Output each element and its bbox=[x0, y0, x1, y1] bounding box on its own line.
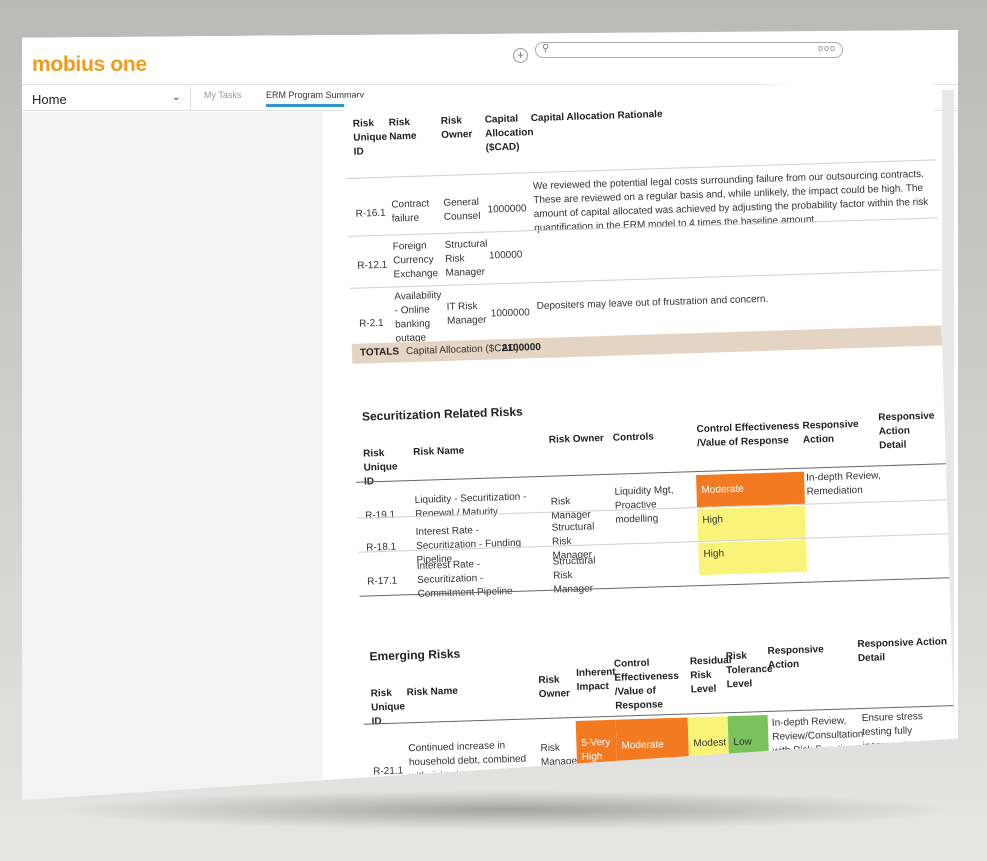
divider bbox=[365, 769, 956, 789]
em-row-1-action: In-depth Review, Review/Consultation wit… bbox=[771, 715, 864, 757]
totals-label: TOTALS bbox=[359, 346, 400, 359]
em-row-1-effectiveness: Moderate bbox=[615, 717, 690, 776]
col-risk-name: Risk Name bbox=[388, 116, 417, 143]
col-capital: Capital Allocation ($CAD) bbox=[484, 113, 534, 154]
em-row-1-owner: Risk Manager bbox=[540, 742, 581, 769]
sec-row-2-id: R-18.1 bbox=[365, 541, 397, 554]
cap-row-1-id: R-16.1 bbox=[355, 207, 386, 220]
sec-col-detail: Responsive Action Detail bbox=[878, 410, 935, 452]
cap-row-3-owner: IT Risk Manager bbox=[446, 300, 487, 327]
screen-shadow bbox=[55, 790, 955, 830]
app-window: mobius one + ⚲ ooo Home ⌄ My Tasks ERM P… bbox=[22, 30, 958, 800]
em-row-1-tolerance: Low bbox=[727, 714, 770, 773]
sec-col-effectiveness: Control Effectiveness /Value of Response bbox=[696, 420, 800, 450]
sec-row-3-id: R-17.1 bbox=[367, 575, 398, 588]
col-risk-owner: Risk Owner bbox=[440, 115, 473, 141]
chevron-down-icon[interactable]: ⌄ bbox=[172, 92, 180, 103]
emerging-title: Emerging Risks bbox=[369, 646, 461, 664]
sec-row-3-name: Interest Rate - Securitization - Commitm… bbox=[416, 558, 513, 600]
search-input[interactable]: ⚲ ooo bbox=[535, 42, 843, 58]
sec-row-2-effectiveness: High bbox=[697, 505, 807, 542]
sidebar bbox=[22, 112, 322, 800]
sec-col-owner: Risk Owner bbox=[548, 433, 605, 446]
cap-row-3-capital: 1000000 bbox=[490, 307, 530, 320]
em-col-owner: Risk Owner bbox=[538, 674, 571, 701]
sec-row-3-owner: Structural Risk Manager bbox=[552, 555, 596, 595]
em-row-1-id: R-21.1 bbox=[373, 765, 404, 778]
cap-row-1-name: Contract failure bbox=[391, 198, 430, 225]
cap-row-3-rationale: Depositers may leave out of frustration … bbox=[536, 293, 769, 313]
em-row-1-residual: Modest bbox=[687, 716, 730, 774]
sec-row-3-effectiveness: High bbox=[698, 539, 808, 576]
em-col-effectiveness: Control Effectiveness /Value of Response bbox=[613, 657, 679, 712]
search-icon: ⚲ bbox=[542, 43, 550, 54]
cap-row-2-owner: Structural Risk Manager bbox=[444, 238, 488, 279]
sec-col-name: Risk Name bbox=[412, 445, 465, 458]
tab-my-tasks[interactable]: My Tasks bbox=[204, 90, 241, 100]
em-row-1-impact: 5-Very High bbox=[575, 719, 618, 778]
em-col-detail: Responsive Action Detail bbox=[857, 636, 948, 665]
col-risk-id: Risk Unique ID bbox=[352, 118, 388, 158]
securitization-title: Securitization Related Risks bbox=[361, 404, 523, 424]
app-logo: mobius one bbox=[32, 53, 147, 76]
em-row-1-name: Continued increase in household debt, co… bbox=[408, 740, 527, 783]
sec-col-action: Responsive Action bbox=[802, 418, 859, 446]
more-icon[interactable]: ooo bbox=[818, 43, 836, 53]
totals-value: 2100000 bbox=[501, 341, 542, 355]
report-content: Risk Unique ID Risk Name Risk Owner Capi… bbox=[344, 79, 957, 800]
cap-row-2-id: R-12.1 bbox=[357, 259, 388, 272]
em-col-name: Risk Name bbox=[406, 685, 459, 699]
sec-row-1-controls: Liquidity Mgt, Proactive modelling bbox=[614, 484, 674, 526]
em-col-action: Responsive Action bbox=[767, 644, 824, 671]
col-rationale: Capital Allocation Rationale bbox=[530, 109, 663, 125]
divider bbox=[349, 269, 940, 289]
cap-row-1-rationale: We reviewed the potential legal costs su… bbox=[532, 168, 929, 235]
plus-circle-icon[interactable]: + bbox=[513, 48, 528, 63]
cap-row-3-name: Availability - Online banking outage bbox=[394, 290, 442, 345]
em-col-tolerance: Risk Tolerance Level bbox=[725, 650, 773, 691]
cap-row-2-capital: 100000 bbox=[488, 249, 523, 262]
cap-row-1-capital: 1000000 bbox=[487, 203, 527, 216]
sec-row-1-effectiveness: Moderate bbox=[696, 471, 805, 508]
top-bar: mobius one + ⚲ ooo bbox=[22, 30, 958, 85]
nav-divider bbox=[190, 86, 191, 110]
em-row-1-detail: Ensure stress testing fully incorporates… bbox=[861, 711, 950, 767]
sec-row-1-action: In-depth Review, Remediation bbox=[805, 470, 881, 498]
sec-row-1-name: Liquidity - Securitization - Renewal / M… bbox=[414, 491, 527, 520]
em-col-residual: Residual Risk Level bbox=[689, 655, 732, 696]
cap-row-1-owner: General Counsel bbox=[443, 196, 481, 223]
em-col-impact: Inherent Impact bbox=[576, 666, 616, 693]
home-select[interactable]: Home bbox=[32, 92, 67, 107]
sec-col-id: Risk Unique ID bbox=[363, 447, 398, 488]
cap-row-2-name: Foreign Currency Exchange bbox=[392, 240, 439, 281]
cap-row-3-id: R-2.1 bbox=[358, 317, 384, 330]
sec-col-controls: Controls bbox=[612, 431, 655, 444]
